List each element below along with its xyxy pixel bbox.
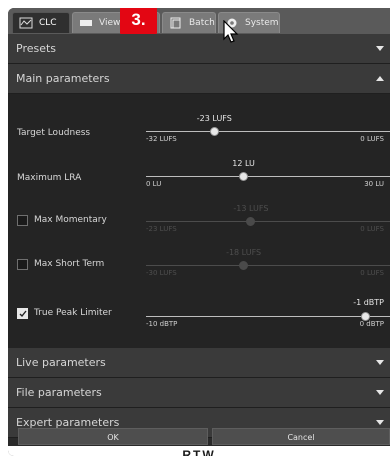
clc-icon (19, 17, 33, 29)
main-parameters-header[interactable]: Main parameters (8, 64, 390, 94)
max-short-term-row: Max Short Term -18 LUFS -30 LUFS 0 LUFS (8, 244, 390, 290)
batch-icon (170, 17, 181, 29)
checkmark-icon (19, 310, 27, 318)
tab-batch[interactable]: Batch (162, 12, 216, 33)
settings-content: Presets Main parameters Target Loudness … (8, 34, 390, 438)
max-short-term-min: -30 LUFS (146, 269, 177, 277)
live-parameters-title: Live parameters (16, 356, 106, 369)
rtw-logo: RTW (182, 448, 216, 456)
target-loudness-slider-handle[interactable] (209, 127, 219, 136)
tab-batch-label: Batch (189, 18, 215, 28)
max-short-term-checkbox[interactable] (17, 259, 28, 270)
target-loudness-value: -23 LUFS (196, 114, 232, 123)
maximum-lra-min: 0 LU (146, 180, 162, 188)
true-peak-limiter-max: 0 dBTP (359, 320, 384, 328)
target-loudness-min: -32 LUFS (146, 135, 177, 143)
tab-clc-label: CLC (39, 18, 57, 28)
target-loudness-row: Target Loudness -23 LUFS -32 LUFS 0 LUFS (8, 110, 390, 156)
maximum-lra-row: Maximum LRA 12 LU 0 LU 30 LU (8, 155, 390, 201)
true-peak-limiter-label: True Peak Limiter (34, 308, 112, 318)
tab-system-label: System (245, 18, 279, 28)
main-parameters-panel: Target Loudness -23 LUFS -32 LUFS 0 LUFS… (8, 94, 390, 348)
ok-button[interactable]: OK (18, 428, 208, 445)
maximum-lra-label: Maximum LRA (17, 173, 82, 183)
chevron-down-icon (376, 46, 384, 51)
max-momentary-label: Max Momentary (34, 215, 107, 225)
max-short-term-track (146, 265, 390, 266)
dialog-buttons: OK Cancel (8, 428, 390, 446)
tab-view-label: View (99, 18, 121, 28)
true-peak-limiter-row: True Peak Limiter -1 dBTP -10 dBTP 0 dBT… (8, 288, 390, 334)
maximum-lra-slider-handle[interactable] (239, 172, 249, 181)
chevron-up-icon (376, 76, 384, 81)
true-peak-limiter-value: -1 dBTP (353, 298, 384, 307)
max-short-term-max: 0 LUFS (360, 269, 384, 277)
max-momentary-row: Max Momentary -13 LUFS -23 LUFS 0 LUFS (8, 200, 390, 246)
max-momentary-slider-handle (246, 217, 256, 226)
max-momentary-max: 0 LUFS (360, 225, 384, 233)
chevron-down-icon (376, 390, 384, 395)
presets-header[interactable]: Presets (8, 34, 390, 64)
max-short-term-value: -18 LUFS (226, 248, 262, 257)
max-momentary-checkbox[interactable] (17, 215, 28, 226)
true-peak-limiter-checkbox[interactable] (17, 308, 28, 319)
cancel-button[interactable]: Cancel (212, 428, 390, 445)
tab-bar: CLC View Batch System (8, 8, 390, 34)
max-short-term-label: Max Short Term (34, 259, 105, 269)
file-parameters-header[interactable]: File parameters (8, 378, 390, 408)
maximum-lra-max: 30 LU (364, 180, 384, 188)
target-loudness-label: Target Loudness (17, 128, 91, 138)
main-parameters-title: Main parameters (16, 72, 110, 85)
chevron-down-icon (376, 360, 384, 365)
maximum-lra-value: 12 LU (232, 159, 255, 168)
target-loudness-track[interactable] (146, 131, 390, 132)
mouse-cursor-icon (223, 20, 239, 43)
presets-title: Presets (16, 42, 57, 55)
callout-badge: 3. (120, 8, 157, 34)
chevron-down-icon (376, 420, 384, 425)
true-peak-limiter-track[interactable] (146, 316, 390, 317)
max-short-term-slider-handle (239, 261, 249, 270)
file-parameters-title: File parameters (16, 386, 102, 399)
live-parameters-header[interactable]: Live parameters (8, 348, 390, 378)
max-momentary-track (146, 221, 390, 222)
clc-settings-window: CLC View Batch System 3. Presets Main pa… (8, 8, 390, 456)
max-momentary-value: -13 LUFS (233, 204, 269, 213)
max-momentary-min: -23 LUFS (146, 225, 177, 233)
target-loudness-max: 0 LUFS (360, 135, 384, 143)
tab-clc[interactable]: CLC (12, 12, 70, 33)
view-icon (80, 20, 92, 26)
maximum-lra-track[interactable] (146, 176, 390, 177)
true-peak-limiter-min: -10 dBTP (146, 320, 178, 328)
tab-view[interactable]: View (72, 12, 124, 33)
